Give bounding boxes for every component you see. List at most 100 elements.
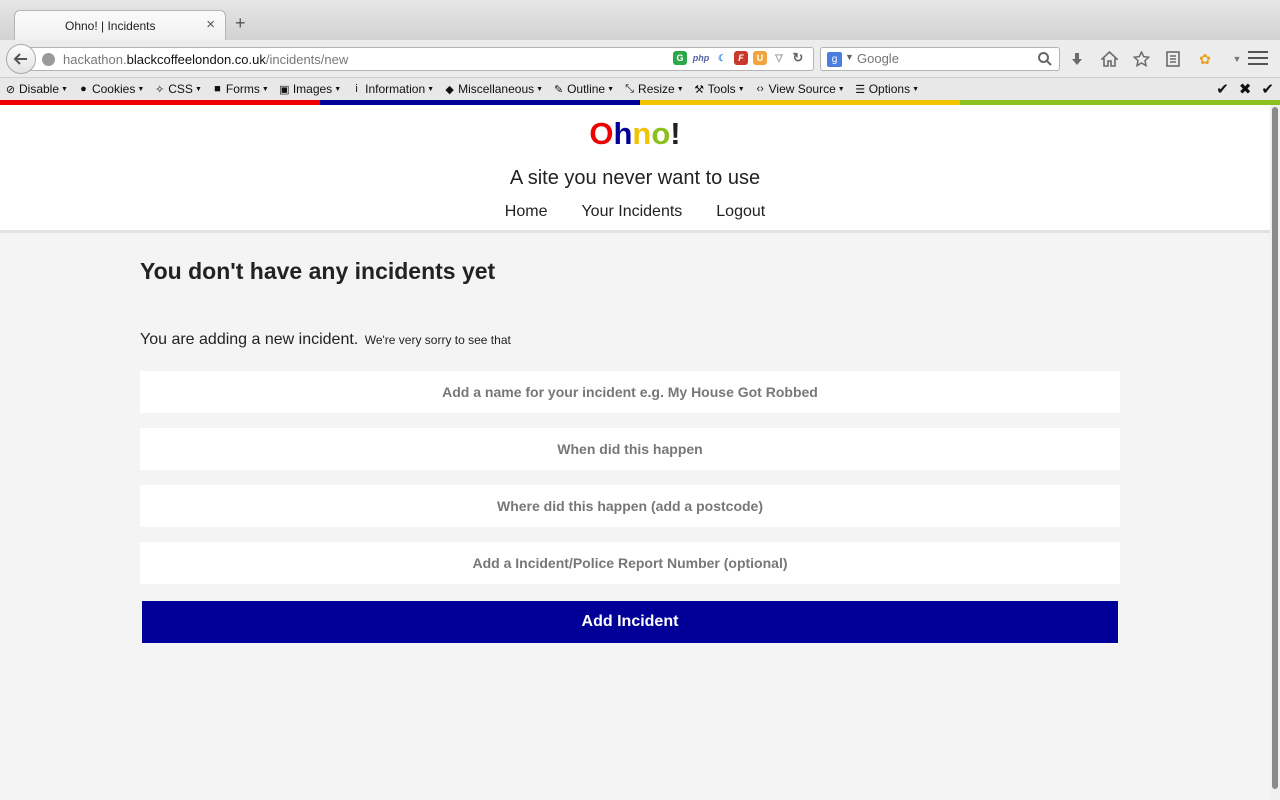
- devtool-menu-forms[interactable]: ■ Forms ▼: [211, 82, 269, 96]
- url-bar[interactable]: hackathon.blackcoffeelondon.co.uk/incide…: [22, 47, 814, 71]
- form-intro: You are adding a new incident. We're ver…: [140, 331, 511, 349]
- devtool-menu-outline[interactable]: ✎ Outline ▼: [552, 82, 614, 96]
- reload-icon[interactable]: ↻: [791, 50, 805, 65]
- caret-down-icon: ▼: [427, 85, 435, 93]
- caret-down-icon: ▼: [194, 85, 202, 93]
- devtool-menu-label: Disable: [19, 82, 60, 96]
- incident-name-input[interactable]: [140, 371, 1120, 413]
- hamburger-menu-icon[interactable]: [1248, 51, 1268, 69]
- incident-report-number-input[interactable]: [140, 542, 1120, 584]
- site-header: Ohno! A site you never want to use Home …: [0, 105, 1270, 233]
- devtool-menu-options[interactable]: ☰ Options ▼: [854, 82, 919, 96]
- back-button[interactable]: [6, 44, 36, 74]
- incident-postcode-input[interactable]: [140, 485, 1120, 527]
- search-input[interactable]: [857, 51, 1027, 66]
- add-incident-button[interactable]: Add Incident: [142, 601, 1118, 643]
- devtool-menu-label: Forms: [225, 82, 260, 96]
- devtool-menu-label: Outline: [567, 82, 606, 96]
- page-scrollbar[interactable]: [1270, 105, 1280, 800]
- check-icon[interactable]: ✔: [1216, 80, 1229, 98]
- url-text[interactable]: hackathon.blackcoffeelondon.co.uk/incide…: [63, 52, 348, 67]
- url-prefix: hackathon.: [63, 52, 127, 67]
- browser-tab[interactable]: Ohno! | Incidents ×: [14, 10, 226, 40]
- logo-letter: o: [651, 116, 671, 151]
- site-nav: Home Your Incidents Logout: [0, 203, 1270, 221]
- cross-icon[interactable]: ✖: [1239, 80, 1252, 98]
- devtool-menu-cookies[interactable]: ● Cookies ▼: [77, 82, 144, 96]
- firebug-extension-icon[interactable]: F: [734, 51, 748, 65]
- logo-letter: O: [589, 116, 614, 151]
- devtool-menu-label: Resize: [638, 82, 675, 96]
- devtool-menu-resize[interactable]: ⤡ Resize ▼: [623, 82, 684, 96]
- google-icon[interactable]: g: [827, 52, 842, 67]
- pencil-icon: ✎: [553, 83, 564, 96]
- tab-close-icon[interactable]: ×: [206, 16, 215, 33]
- extension-bee-icon[interactable]: ✿: [1196, 50, 1214, 68]
- caret-down-icon: ▼: [737, 85, 745, 93]
- new-tab-icon[interactable]: +: [235, 14, 246, 32]
- devtool-menu-view-source[interactable]: ‹› View Source ▼: [754, 82, 845, 96]
- caret-down-icon: ▼: [536, 85, 544, 93]
- devtool-menu-miscellaneous[interactable]: ◆ Miscellaneous ▼: [443, 82, 543, 96]
- nav-home-link[interactable]: Home: [505, 203, 548, 221]
- devtool-menu-label: Options: [868, 82, 911, 96]
- devtool-menu-information[interactable]: i Information ▼: [350, 82, 434, 96]
- url-domain: blackcoffeelondon.co.uk: [126, 52, 266, 67]
- image-icon: ▣: [279, 83, 290, 96]
- logo-letter: !: [670, 116, 681, 151]
- sliders-icon: ☰: [855, 83, 866, 96]
- devtool-menu-label: Cookies: [91, 82, 136, 96]
- download-icon[interactable]: [1068, 50, 1086, 68]
- caret-down-icon: ▼: [334, 85, 342, 93]
- shield-extension-icon[interactable]: U: [753, 51, 767, 65]
- caret-down-icon: ▼: [261, 85, 269, 93]
- caret-down-icon: ▼: [912, 85, 920, 93]
- home-icon[interactable]: [1100, 50, 1118, 68]
- site-logo[interactable]: Ohno!: [0, 116, 1270, 152]
- disable-icon: ⊘: [5, 83, 16, 96]
- devtool-menu-images[interactable]: ▣ Images ▼: [278, 82, 341, 96]
- nav-your-incidents-link[interactable]: Your Incidents: [581, 203, 682, 221]
- devtool-menu-disable[interactable]: ⊘ Disable ▼: [4, 82, 68, 96]
- form-intro-text: You are adding a new incident.: [140, 331, 359, 348]
- caret-down-icon: ▼: [137, 85, 145, 93]
- search-engine-caret-icon[interactable]: ▼: [845, 52, 854, 62]
- url-path: /incidents/new: [265, 52, 349, 67]
- bookmark-star-icon[interactable]: [1132, 50, 1150, 68]
- scrollbar-thumb[interactable]: [1272, 107, 1278, 789]
- tab-bar: Ohno! | Incidents × +: [0, 0, 1280, 40]
- grammar-extension-icon[interactable]: G: [673, 51, 687, 65]
- nav-logout-link[interactable]: Logout: [716, 203, 765, 221]
- devtool-menu-label: View Source: [768, 82, 836, 96]
- devtool-menu-css[interactable]: ✧ CSS ▼: [153, 82, 202, 96]
- moon-extension-icon[interactable]: ☾: [715, 51, 729, 65]
- devtool-menu-label: Miscellaneous: [458, 82, 535, 96]
- caret-down-icon: ▼: [607, 85, 615, 93]
- wrench-icon: ⚒: [694, 83, 705, 96]
- forms-icon: ■: [214, 83, 221, 95]
- devtool-menu-label: Information: [365, 82, 426, 96]
- back-arrow-icon: [13, 53, 27, 65]
- resize-icon: ⤡: [625, 82, 634, 95]
- extension-caret-icon[interactable]: ▼: [1228, 50, 1246, 68]
- web-developer-toolbar: ⊘ Disable ▼ ● Cookies ▼ ✧ CSS ▼ ■ Forms ▼ ▣ Images ▼ i I…: [0, 78, 1280, 100]
- php-extension-icon[interactable]: php: [692, 51, 710, 65]
- search-bar[interactable]: g ▼: [820, 47, 1060, 71]
- search-icon[interactable]: [1037, 51, 1053, 67]
- reading-list-icon[interactable]: [1164, 50, 1182, 68]
- devtool-menu-label: Tools: [707, 82, 736, 96]
- dropdown-arrow-icon[interactable]: ▽: [772, 51, 786, 65]
- person-icon: ●: [80, 83, 87, 95]
- navigation-bar: hackathon.blackcoffeelondon.co.uk/incide…: [0, 40, 1280, 78]
- devtool-menu-label: Images: [292, 82, 333, 96]
- caret-down-icon: ▼: [61, 85, 68, 93]
- info-icon: i: [355, 83, 358, 95]
- url-extension-icons: G php ☾ F U ▽ ↻: [673, 50, 805, 65]
- devtool-menu-label: CSS: [168, 82, 193, 96]
- check-icon[interactable]: ✔: [1261, 80, 1274, 98]
- incident-date-input[interactable]: [140, 428, 1120, 470]
- devtool-menu-tools[interactable]: ⚒ Tools ▼: [693, 82, 745, 96]
- caret-down-icon: ▼: [837, 85, 845, 93]
- tab-title: Ohno! | Incidents: [65, 19, 156, 33]
- form-intro-note: We're very sorry to see that: [364, 333, 511, 347]
